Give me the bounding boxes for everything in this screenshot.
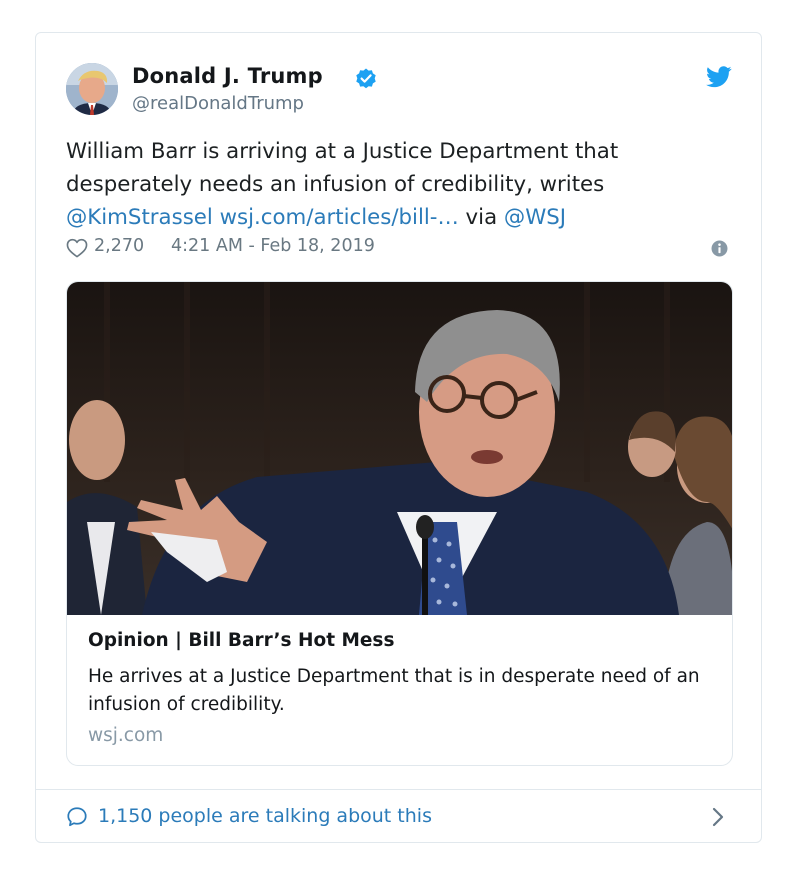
mention-wsj[interactable]: @WSJ — [504, 205, 566, 230]
conversation-footer[interactable]: 1,150 people are talking about this — [36, 790, 761, 843]
article-photo — [67, 282, 732, 615]
tweet-embed-card: Donald J. Trump @realDonaldTrump William… — [35, 32, 762, 843]
verified-badge-icon — [356, 68, 376, 89]
display-name[interactable]: Donald J. Trump — [132, 64, 323, 88]
comment-bubble-icon — [67, 807, 87, 827]
chevron-right-icon[interactable] — [711, 807, 725, 827]
avatar[interactable] — [66, 63, 118, 115]
like-count[interactable]: 2,270 — [94, 236, 144, 256]
tweet-text-via: via — [458, 205, 504, 230]
talking-about-link[interactable]: 1,150 people are talking about this — [98, 805, 432, 827]
link-preview-card[interactable]: Opinion | Bill Barr’s Hot Mess He arrive… — [66, 281, 733, 766]
article-link[interactable]: wsj.com/articles/bill-… — [220, 205, 459, 230]
twitter-bird-icon[interactable] — [706, 66, 732, 88]
tweet-text: William Barr is arriving at a Justice De… — [66, 135, 726, 234]
info-icon[interactable] — [711, 240, 728, 257]
card-description: He arrives at a Justice Department that … — [88, 666, 700, 715]
card-title[interactable]: Opinion | Bill Barr’s Hot Mess — [88, 630, 394, 651]
avatar-image — [66, 63, 118, 115]
mention-kimstrassel[interactable]: @KimStrassel — [66, 205, 213, 230]
user-handle[interactable]: @realDonaldTrump — [132, 93, 304, 114]
tweet-timestamp[interactable]: 4:21 AM - Feb 18, 2019 — [171, 236, 375, 256]
card-domain: wsj.com — [88, 725, 164, 746]
heart-icon[interactable] — [66, 238, 88, 258]
tweet-text-part: William Barr is arriving at a Justice De… — [66, 139, 619, 197]
